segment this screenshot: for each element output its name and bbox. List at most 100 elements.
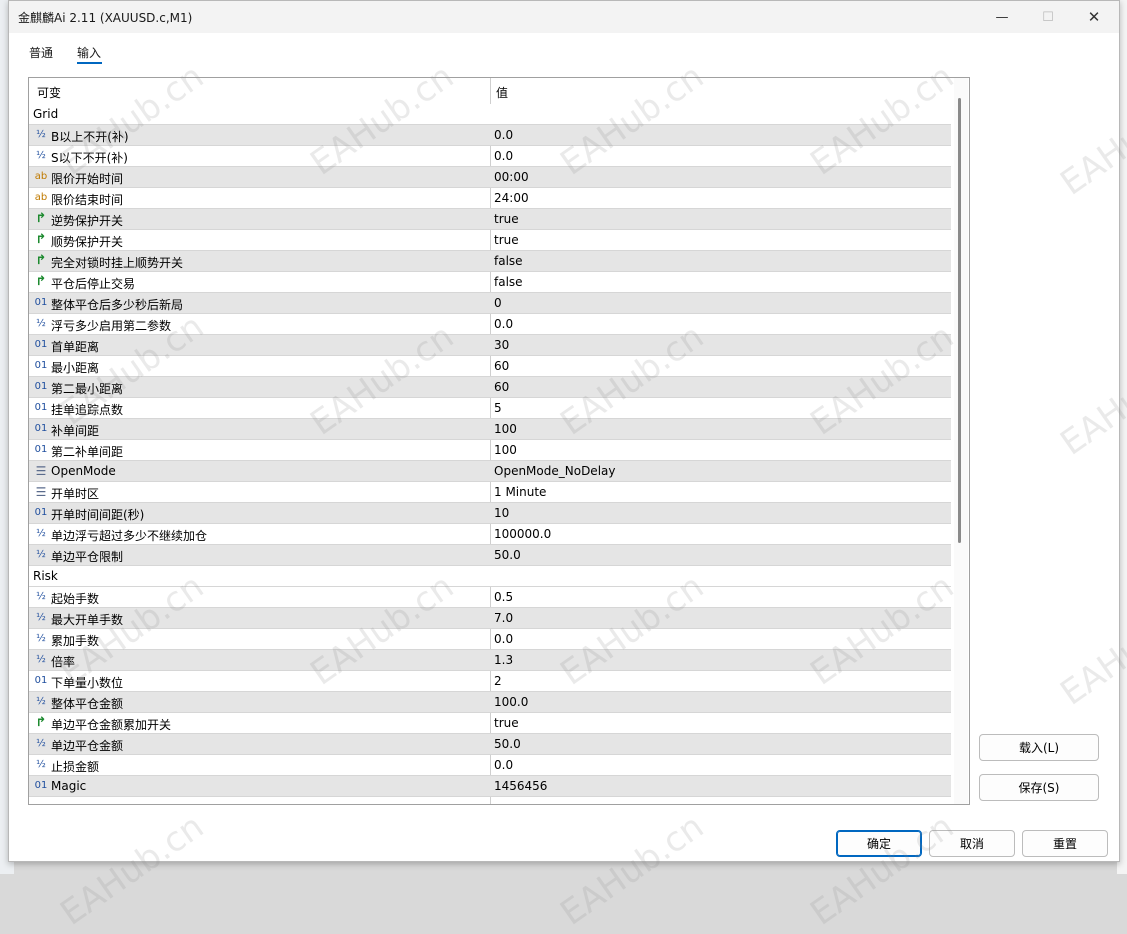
- param-name: 倍率: [51, 655, 76, 669]
- tab-common[interactable]: 普通: [29, 44, 53, 61]
- param-value[interactable]: 50.0: [494, 737, 521, 751]
- param-value[interactable]: 0: [494, 296, 502, 310]
- param-value[interactable]: 0.5: [494, 590, 513, 604]
- param-value[interactable]: 0.0: [494, 632, 513, 646]
- param-value[interactable]: 100: [494, 422, 517, 436]
- param-value[interactable]: 1.3: [494, 653, 513, 667]
- param-value[interactable]: true: [494, 233, 519, 247]
- param-value[interactable]: 100000.0: [494, 527, 551, 541]
- param-row[interactable]: 01 首单距离 30: [29, 335, 951, 356]
- param-row[interactable]: ab 限价结束时间 24:00: [29, 188, 951, 209]
- param-value[interactable]: 1 Minute: [494, 485, 546, 499]
- param-name: B以上不开(补): [51, 130, 129, 144]
- param-row[interactable]: 01 第二最小距离 60: [29, 377, 951, 398]
- param-value[interactable]: 0.0: [494, 317, 513, 331]
- param-name: 整体平仓后多少秒后新局: [51, 298, 184, 312]
- param-value[interactable]: true: [494, 212, 519, 226]
- param-name: 整体平仓金额: [51, 697, 124, 711]
- param-value[interactable]: false: [494, 275, 523, 289]
- param-value[interactable]: OpenMode_NoDelay: [494, 464, 615, 478]
- int-type-icon: 01: [34, 444, 48, 455]
- param-value[interactable]: 10: [494, 506, 509, 520]
- load-button[interactable]: 载入(L): [979, 734, 1099, 761]
- column-header-value[interactable]: 值: [496, 84, 508, 101]
- param-value[interactable]: 100.0: [494, 695, 528, 709]
- param-row[interactable]: ½ 浮亏多少启用第二参数 0.0: [29, 314, 951, 335]
- param-value[interactable]: 24:00: [494, 191, 529, 205]
- param-row[interactable]: ½ S以下不开(补) 0.0: [29, 146, 951, 167]
- param-value[interactable]: 7.0: [494, 611, 513, 625]
- param-name: 止损金额: [51, 760, 100, 774]
- param-name: 限价开始时间: [51, 172, 124, 186]
- param-value[interactable]: 00:00: [494, 170, 529, 184]
- save-button[interactable]: 保存(S): [979, 774, 1099, 801]
- param-row[interactable]: ½ 止损金额 0.0: [29, 755, 951, 776]
- param-row[interactable]: 01 第二补单间距 100: [29, 440, 951, 461]
- enum-type-icon: ☰: [35, 464, 47, 478]
- cancel-button[interactable]: 取消: [929, 830, 1015, 857]
- param-row[interactable]: ½ 起始手数 0.5: [29, 587, 951, 608]
- param-value[interactable]: 0.0: [494, 128, 513, 142]
- param-row[interactable]: ↱ 顺势保护开关 true: [29, 230, 951, 251]
- int-type-icon: 01: [34, 339, 48, 350]
- scrollbar-thumb[interactable]: [958, 98, 961, 543]
- param-value[interactable]: 50.0: [494, 548, 521, 562]
- param-name: 第二补单间距: [51, 445, 124, 459]
- param-name: 最大开单手数: [51, 613, 124, 627]
- param-row[interactable]: 01 下单量小数位 2: [29, 671, 951, 692]
- param-row[interactable]: ↱ 逆势保护开关 true: [29, 209, 951, 230]
- bool-type-icon: ↱: [35, 211, 47, 226]
- reset-button[interactable]: 重置: [1022, 830, 1108, 857]
- tab-inputs[interactable]: 输入: [77, 44, 101, 61]
- param-value[interactable]: 1456456: [494, 779, 547, 793]
- param-row[interactable]: 01 最小距离 60: [29, 356, 951, 377]
- ok-button[interactable]: 确定: [836, 830, 922, 857]
- param-value[interactable]: true: [494, 716, 519, 730]
- param-row[interactable]: ½ 累加手数 0.0: [29, 629, 951, 650]
- param-value[interactable]: 30: [494, 338, 509, 352]
- param-row[interactable]: ↱ 完全对锁时挂上顺势开关 false: [29, 251, 951, 272]
- param-row[interactable]: ½ 单边平仓限制 50.0: [29, 545, 951, 566]
- param-value[interactable]: 0.0: [494, 758, 513, 772]
- param-value[interactable]: 60: [494, 359, 509, 373]
- param-value[interactable]: 0.0: [494, 149, 513, 163]
- param-row[interactable]: ½ 单边浮亏超过多少不继续加仓 100000.0: [29, 524, 951, 545]
- minimize-button[interactable]: —: [979, 1, 1025, 33]
- param-name: 开单时区: [51, 487, 100, 501]
- window-title: 金麒麟Ai 2.11 (XAUUSD.c,M1): [18, 11, 193, 25]
- param-row[interactable]: ½ 倍率 1.3: [29, 650, 951, 671]
- column-header-variable[interactable]: 可变: [37, 84, 61, 101]
- param-value[interactable]: false: [494, 254, 523, 268]
- param-name: 平仓后停止交易: [51, 277, 136, 291]
- bool-type-icon: ↱: [35, 274, 47, 289]
- param-row[interactable]: ☰ OpenMode OpenMode_NoDelay: [29, 461, 951, 482]
- maximize-button[interactable]: ☐: [1025, 1, 1071, 33]
- param-row[interactable]: ½ 单边平仓金额 50.0: [29, 734, 951, 755]
- group-row[interactable]: Risk: [29, 566, 951, 587]
- param-row[interactable]: ↱ 平仓后停止交易 false: [29, 272, 951, 293]
- close-button[interactable]: ✕: [1071, 1, 1117, 33]
- param-value[interactable]: 5: [494, 401, 502, 415]
- param-row[interactable]: ↱ 单边平仓金额累加开关 true: [29, 713, 951, 734]
- param-row[interactable]: ☰ 开单时区 1 Minute: [29, 482, 951, 503]
- param-row[interactable]: ½ B以上不开(补) 0.0: [29, 125, 951, 146]
- vertical-scrollbar[interactable]: [954, 78, 968, 804]
- param-row[interactable]: 01 补单间距 100: [29, 419, 951, 440]
- param-name: 单边浮亏超过多少不继续加仓: [51, 529, 208, 543]
- param-name: 起始手数: [51, 592, 100, 606]
- param-row[interactable]: ab 限价开始时间 00:00: [29, 167, 951, 188]
- param-value[interactable]: 2: [494, 674, 502, 688]
- param-value[interactable]: 60: [494, 380, 509, 394]
- param-row[interactable]: 01 挂单追踪点数 5: [29, 398, 951, 419]
- group-row[interactable]: Grid: [29, 104, 951, 125]
- param-value[interactable]: 100: [494, 443, 517, 457]
- param-name: Magic: [51, 779, 87, 793]
- param-row[interactable]: 01 Magic 1456456: [29, 776, 951, 797]
- param-row[interactable]: ½ 整体平仓金额 100.0: [29, 692, 951, 713]
- param-row[interactable]: 01 整体平仓后多少秒后新局 0: [29, 293, 951, 314]
- properties-dialog: 金麒麟Ai 2.11 (XAUUSD.c,M1) — ☐ ✕ 普通 输入 可变 …: [8, 0, 1120, 862]
- param-row[interactable]: ½ 最大开单手数 7.0: [29, 608, 951, 629]
- param-name: 挂单追踪点数: [51, 403, 124, 417]
- param-row[interactable]: 01 开单时间间距(秒) 10: [29, 503, 951, 524]
- double-type-icon: ½: [36, 549, 46, 560]
